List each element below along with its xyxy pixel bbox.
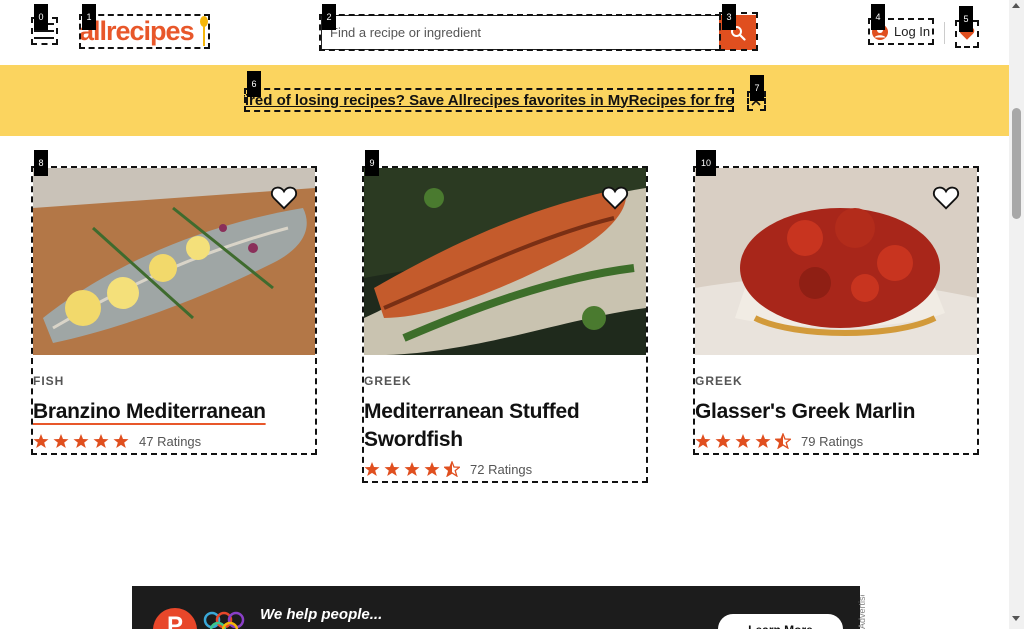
recipe-tag[interactable]: GREEK	[695, 374, 977, 388]
mark-label: 0	[34, 4, 48, 30]
recipe-tag[interactable]: FISH	[33, 374, 315, 388]
recipe-rating: 47 Ratings	[33, 429, 315, 453]
star-full-icon	[424, 462, 440, 476]
spoon-icon	[200, 16, 208, 46]
login-label: Log In	[894, 24, 931, 39]
star-full-icon	[33, 434, 49, 448]
mark-label: 9	[365, 150, 379, 176]
rating-stars	[364, 461, 460, 477]
rating-stars	[33, 433, 129, 449]
save-heart-icon[interactable]	[931, 182, 961, 212]
ratings-count: 47 Ratings	[139, 433, 202, 449]
search-bar	[319, 14, 757, 51]
promo-banner-link[interactable]: Tired of losing recipes? Save Allrecipes…	[244, 88, 734, 112]
mark-label: 8	[34, 150, 48, 176]
ad-rings-icon	[203, 611, 245, 629]
star-full-icon	[404, 462, 420, 476]
ad-tagline: We help people...	[260, 606, 383, 623]
rating-stars	[695, 433, 791, 449]
star-full-icon	[73, 434, 89, 448]
mark-label: 1	[82, 4, 96, 30]
ad-learn-more-button[interactable]: Learn More	[718, 614, 843, 629]
star-half-icon	[444, 461, 460, 477]
recipe-rating: 72 Ratings	[364, 457, 646, 481]
ad-brand-logo: P	[153, 608, 197, 629]
recipe-title[interactable]: Mediterranean Stuffed Swordfish	[364, 398, 646, 454]
scrollbar-thumb[interactable]	[1012, 108, 1021, 219]
menu-icon-bar	[34, 30, 54, 32]
star-full-icon	[735, 434, 751, 448]
mark-label: 7	[750, 75, 764, 101]
star-half-icon	[775, 433, 791, 449]
ad-side-label: Advertisement	[857, 595, 867, 629]
recipe-title-text: Glasser's Greek Marlin	[695, 400, 916, 423]
site-logo[interactable]: allrecipes	[79, 14, 210, 49]
mark-label: 4	[871, 4, 885, 30]
recipe-rating: 79 Ratings	[695, 429, 977, 453]
recipe-title-text: Mediterranean Stuffed Swordfish	[364, 400, 580, 451]
star-full-icon	[715, 434, 731, 448]
logo-text: allrecipes	[79, 16, 195, 46]
advertisement-banner[interactable]: P We help people... Learn More	[132, 586, 860, 629]
mark-label: 2	[322, 4, 336, 30]
recipe-card[interactable]: FISH Branzino Mediterranean 47 Ratings	[31, 166, 317, 455]
menu-icon-bar	[34, 37, 54, 39]
mark-label: 3	[722, 4, 736, 30]
search-input[interactable]	[321, 15, 719, 50]
star-full-icon	[755, 434, 771, 448]
recipe-card[interactable]: GREEK Glasser's Greek Marlin 79 Ratings	[693, 166, 979, 455]
recipe-image[interactable]	[695, 168, 977, 355]
recipe-image[interactable]	[33, 168, 315, 355]
scroll-up-arrow-icon[interactable]	[1012, 3, 1020, 8]
star-full-icon	[113, 434, 129, 448]
mark-label: 6	[247, 71, 261, 97]
star-full-icon	[695, 434, 711, 448]
recipe-tag[interactable]: GREEK	[364, 374, 646, 388]
recipe-image[interactable]	[364, 168, 646, 355]
mark-label: 10	[696, 150, 716, 176]
recipe-card[interactable]: GREEK Mediterranean Stuffed Swordfish 72…	[362, 166, 648, 483]
star-full-icon	[384, 462, 400, 476]
recipe-title-text: Branzino Mediterranean	[33, 400, 266, 423]
recipe-title[interactable]: Glasser's Greek Marlin	[695, 398, 977, 426]
scrollbar-track[interactable]	[1009, 0, 1024, 629]
ratings-count: 72 Ratings	[470, 461, 533, 477]
scroll-down-arrow-icon[interactable]	[1012, 616, 1020, 621]
recipe-title[interactable]: Branzino Mediterranean	[33, 398, 315, 426]
star-full-icon	[93, 434, 109, 448]
ratings-count: 79 Ratings	[801, 433, 864, 449]
save-heart-icon[interactable]	[600, 182, 630, 212]
star-full-icon	[53, 434, 69, 448]
header-divider	[944, 22, 945, 44]
save-heart-icon[interactable]	[269, 182, 299, 212]
mark-label: 5	[959, 6, 973, 32]
star-full-icon	[364, 462, 380, 476]
